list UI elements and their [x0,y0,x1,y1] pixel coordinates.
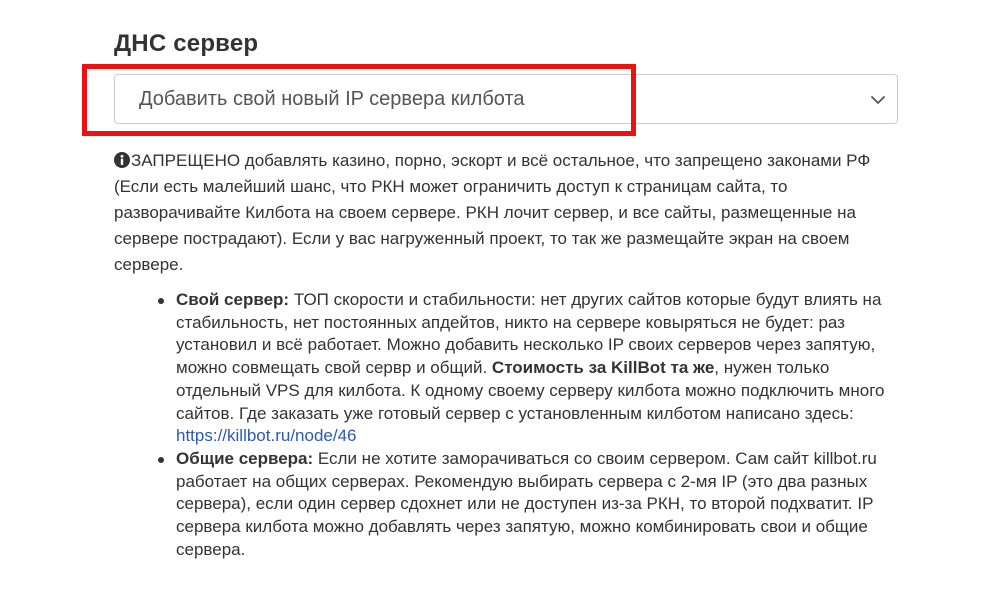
help-text: ЗАПРЕЩЕНО добавлять казино, порно, эскор… [114,148,894,278]
chevron-down-icon [871,96,885,104]
select-selected-value: Добавить свой новый IP сервера килбота [139,88,525,110]
section-title: ДНС сервер [114,30,259,57]
server-options-list: Свой сервер: ТОП скорости и стабильности… [158,289,906,562]
info-circle-icon [114,152,130,168]
list-item-shared-servers: Общие сервера: Если не хотите заморачива… [158,448,906,562]
dns-settings-page: ДНС сервер Добавить свой новый IP сервер… [0,0,994,600]
option-price-note: Стоимость за KillBot та же [491,358,715,378]
dns-server-select[interactable]: Добавить свой новый IP сервера килбота [114,74,898,124]
bullet [158,456,164,463]
option-label: Общие сервера: [176,448,314,468]
help-text-content: ЗАПРЕЩЕНО добавлять казино, порно, эскор… [114,151,871,274]
list-item-own-server: Свой сервер: ТОП скорости и стабильности… [158,289,906,448]
bullet [158,298,164,304]
killbot-node-link[interactable]: https://killbot.ru/node/46 [176,426,357,445]
option-label: Свой сервер: [176,290,290,309]
